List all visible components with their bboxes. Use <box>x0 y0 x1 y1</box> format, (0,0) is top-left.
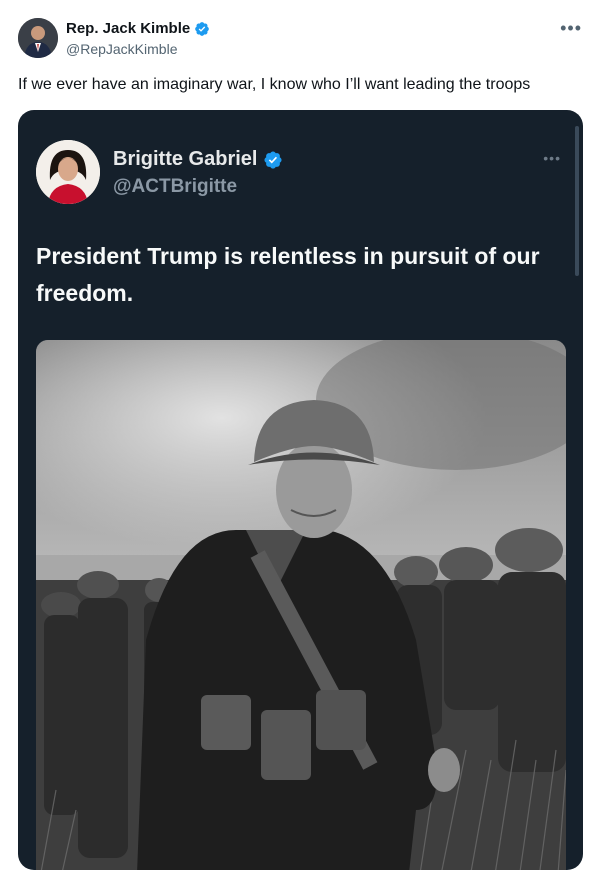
quoted-name-row: Brigitte Gabriel <box>113 148 283 171</box>
quoted-screenshot: Brigitte Gabriel @ACTBrigitte ••• Presid… <box>18 110 583 870</box>
author-avatar[interactable] <box>18 18 58 58</box>
quoted-author-avatar <box>36 140 100 204</box>
scrollbar <box>575 126 579 276</box>
verified-badge-icon <box>195 21 210 36</box>
more-horizontal-icon: ••• <box>543 150 561 166</box>
soldier-photo-image <box>36 340 566 870</box>
quoted-display-name: Brigitte Gabriel <box>113 148 258 170</box>
quoted-handle: @ACTBrigitte <box>113 176 238 197</box>
tweet-text: If we ever have an imaginary war, I know… <box>18 76 531 93</box>
author-name-row: Rep. Jack Kimble <box>66 20 210 37</box>
author-handle[interactable]: @RepJackKimble <box>66 41 177 57</box>
quoted-tweet-text: President Trump is relentless in pursuit… <box>36 243 540 306</box>
tweet: Rep. Jack Kimble @RepJackKimble ••• If w… <box>0 0 616 870</box>
more-horizontal-icon[interactable]: ••• <box>560 18 582 39</box>
author-display-name[interactable]: Rep. Jack Kimble <box>66 20 190 37</box>
tweet-media[interactable]: Brigitte Gabriel @ACTBrigitte ••• Presid… <box>18 110 583 870</box>
quoted-photo <box>36 340 566 870</box>
author-avatar-image <box>18 18 58 58</box>
verified-badge-icon <box>264 150 283 169</box>
quoted-avatar-image <box>36 140 100 204</box>
